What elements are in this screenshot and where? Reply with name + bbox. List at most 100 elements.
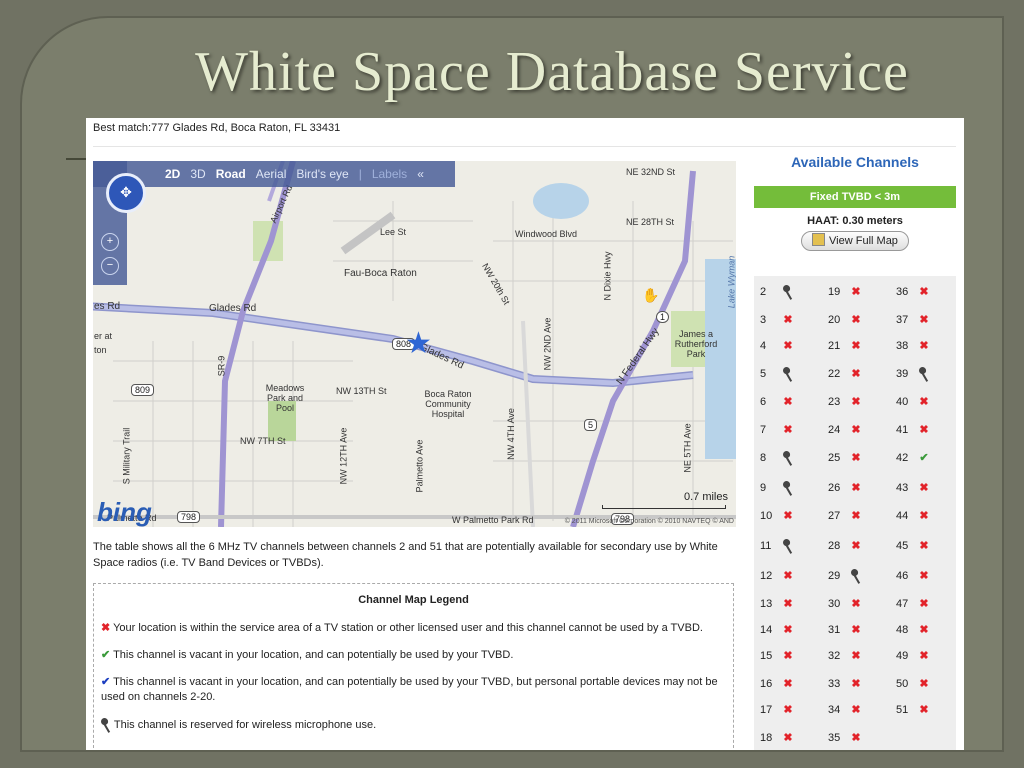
channel-cell: 2 (760, 279, 812, 305)
microphone-icon (780, 279, 796, 305)
map-label: es Rd (94, 301, 121, 312)
channel-cell: 25 ✖ (828, 445, 880, 471)
red-x-icon: ✖ (919, 286, 929, 298)
scale-bar (602, 505, 726, 509)
labels-toggle[interactable]: Labels (372, 167, 407, 181)
map-label: N Dixie Hwy (602, 251, 613, 301)
channel-cell: 23 ✖ (828, 389, 880, 415)
channel-number: 34 (828, 704, 841, 716)
view-road-button[interactable]: Road (216, 167, 246, 181)
channel-number: 42 (896, 452, 909, 464)
channel-cell: 43 ✖ (896, 475, 948, 501)
red-x-icon: ✖ (919, 396, 929, 408)
channel-cell: 3 ✖ (760, 307, 812, 333)
collapse-toolbar-button[interactable]: « (417, 167, 424, 181)
red-x-icon: ✖ (851, 540, 861, 552)
view-aerial-button[interactable]: Aerial (256, 167, 287, 181)
legend-item: This channel is reserved for wireless mi… (101, 718, 726, 733)
red-x-icon: ✖ (101, 622, 111, 634)
red-x-icon: ✖ (783, 624, 793, 636)
channel-cell: 36 ✖ (896, 279, 948, 305)
red-x-icon: ✖ (783, 732, 793, 744)
map-label: NW 13TH St (336, 386, 387, 396)
map-label: NW 12TH Ave (338, 427, 349, 485)
red-x-icon: ✖ (783, 396, 793, 408)
blue-check-icon: ✔ (101, 676, 111, 688)
channel-number: 38 (896, 340, 909, 352)
channel-number: 7 (760, 424, 767, 436)
channel-number: 29 (828, 570, 841, 582)
channel-cell: 41 ✖ (896, 417, 948, 443)
channel-cell: 29 (828, 563, 880, 589)
route-shield: 5 (584, 419, 598, 431)
web-page-screenshot: Best match:777 Glades Rd, Boca Raton, FL… (86, 118, 964, 750)
channel-cell: 14 ✖ (760, 617, 812, 643)
available-channels-panel: Available Channels Fixed TVBD < 3m HAAT:… (754, 154, 956, 251)
channel-cell: 6 ✖ (760, 389, 812, 415)
microphone-icon (780, 361, 796, 387)
red-x-icon: ✖ (783, 678, 793, 690)
best-match-text: Best match:777 Glades Rd, Boca Raton, FL… (93, 122, 341, 134)
map-label: Windwood Blvd (515, 229, 578, 239)
channel-number: 3 (760, 314, 767, 326)
microphone-icon (916, 361, 932, 387)
red-x-icon: ✖ (783, 340, 793, 352)
red-x-icon: ✖ (919, 340, 929, 352)
microphone-icon (848, 563, 864, 589)
channel-number: 10 (760, 510, 773, 522)
red-x-icon: ✖ (851, 704, 861, 716)
zoom-out-icon[interactable]: − (101, 257, 119, 275)
channel-number: 6 (760, 396, 767, 408)
microphone-icon (780, 533, 796, 559)
channel-number: 9 (760, 482, 767, 494)
view-2d-button[interactable]: 2D (165, 167, 180, 181)
red-x-icon: ✖ (919, 624, 929, 636)
view-3d-button[interactable]: 3D (190, 167, 205, 181)
location-pin-star-icon[interactable]: ★ (405, 329, 432, 359)
channel-number: 19 (828, 286, 841, 298)
channel-number: 22 (828, 368, 841, 380)
red-x-icon: ✖ (919, 510, 929, 522)
channel-cell: 19 ✖ (828, 279, 880, 305)
device-type-bar[interactable]: Fixed TVBD < 3m (754, 186, 956, 208)
map-label: er at (94, 331, 113, 341)
view-full-map-button[interactable]: View Full Map (801, 231, 909, 251)
channel-cell: 30 ✖ (828, 591, 880, 617)
view-birds-eye-button[interactable]: Bird's eye (296, 167, 348, 181)
channel-cell: 26 ✖ (828, 475, 880, 501)
channel-cell: 48 ✖ (896, 617, 948, 643)
haat-label: HAAT: 0.30 meters (807, 215, 903, 227)
route-shield: 1 (656, 311, 670, 323)
legend-item-text: This channel is reserved for wireless mi… (113, 719, 377, 731)
channel-number: 32 (828, 650, 841, 662)
channel-cell: 21 ✖ (828, 333, 880, 359)
map-label: Fau-Boca Raton (344, 268, 417, 279)
channel-number: 14 (760, 624, 773, 636)
channel-cell: 22 ✖ (828, 361, 880, 387)
map-label: SR-9 (216, 355, 227, 377)
view-full-map-label: View Full Map (829, 235, 898, 247)
channel-number: 21 (828, 340, 841, 352)
legend-item: ✔ This channel is vacant in your locatio… (101, 648, 726, 663)
zoom-in-icon[interactable]: + (101, 233, 119, 251)
channel-number: 23 (828, 396, 841, 408)
compass-pan-icon[interactable]: ✥ (106, 173, 146, 213)
green-check-icon: ✔ (919, 452, 929, 464)
map-label: James a Rutherford Park (674, 329, 718, 359)
map-icon (812, 233, 826, 246)
channel-cell: 50 ✖ (896, 671, 948, 697)
map-view[interactable]: NE 32ND St NE 28TH St Windwood Blvd Lee … (93, 161, 736, 527)
channel-number: 51 (896, 704, 909, 716)
channel-number: 44 (896, 510, 909, 522)
green-check-icon: ✔ (101, 649, 111, 661)
channel-cell: 28 ✖ (828, 533, 880, 559)
red-x-icon: ✖ (783, 704, 793, 716)
red-x-icon: ✖ (783, 510, 793, 522)
microphone-icon (780, 445, 796, 471)
channel-cell: 31 ✖ (828, 617, 880, 643)
channel-number: 48 (896, 624, 909, 636)
channel-description: The table shows all the 6 MHz TV channel… (93, 541, 718, 569)
channel-cell: 44 ✖ (896, 503, 948, 529)
channel-cell: 34 ✖ (828, 697, 880, 723)
channel-cell: 8 (760, 445, 812, 471)
